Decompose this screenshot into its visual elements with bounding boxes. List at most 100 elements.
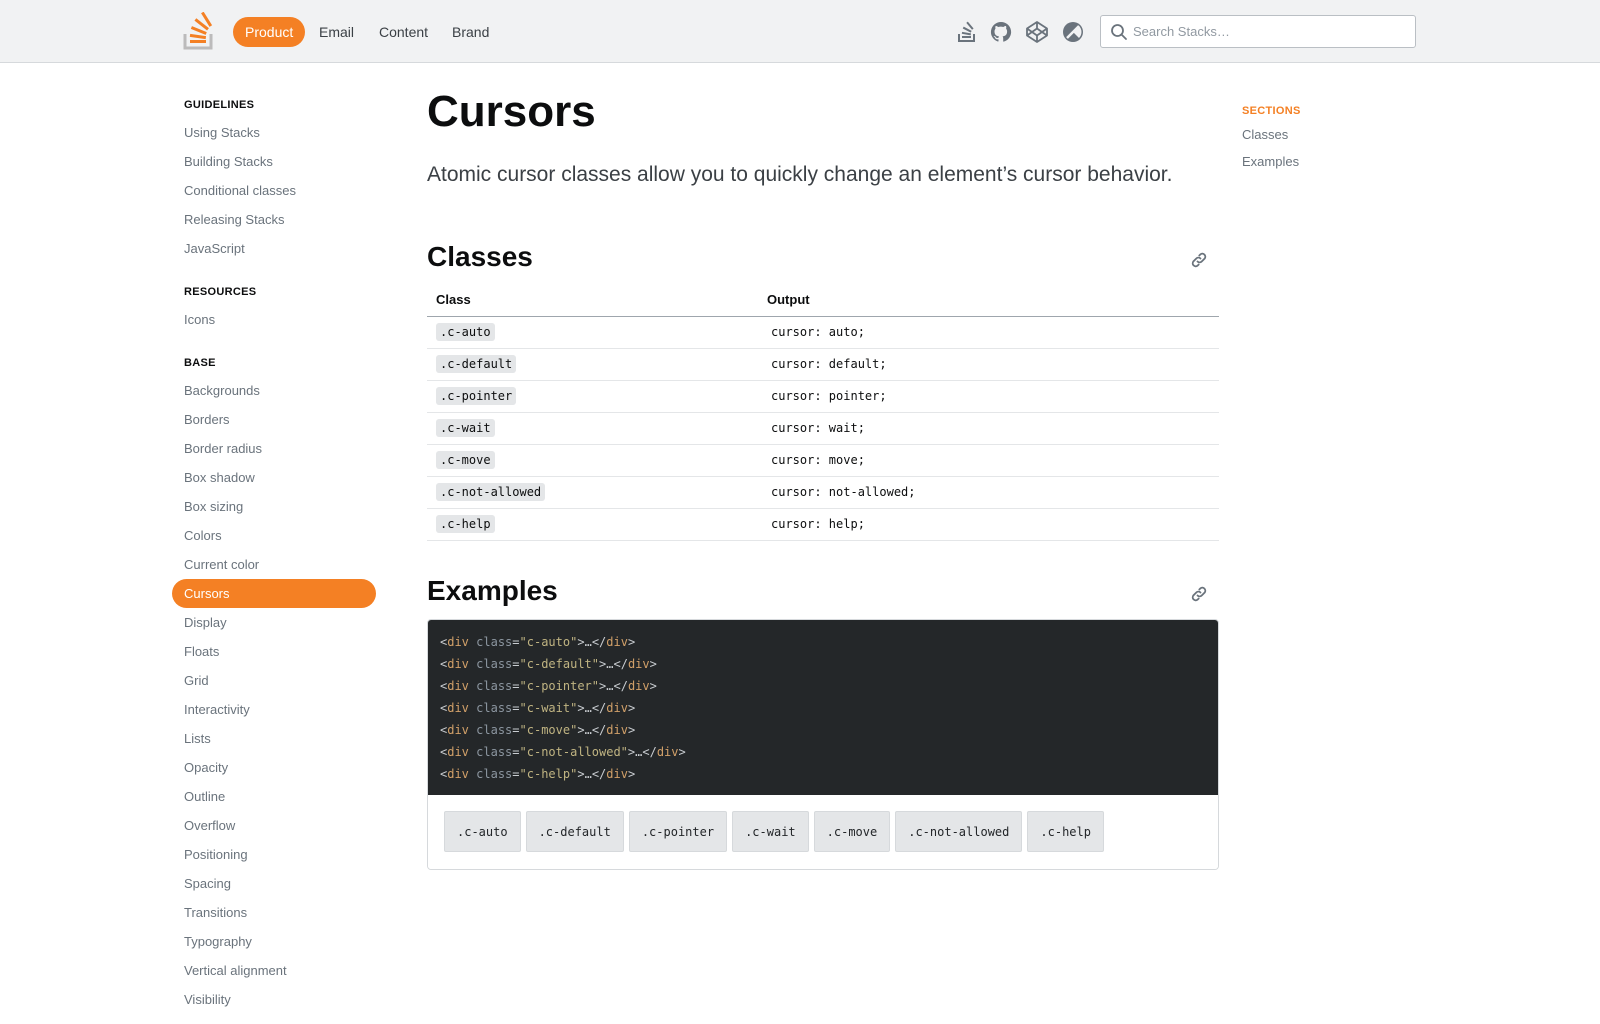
sidebar-item-current-color[interactable]: Current color bbox=[172, 550, 376, 579]
cursor-demo-box[interactable]: .c-default bbox=[525, 811, 624, 852]
table-row: .c-not-allowed cursor: not-allowed; bbox=[427, 476, 1219, 509]
stack-overflow-icon[interactable] bbox=[955, 20, 979, 44]
class-name: .c-wait bbox=[436, 419, 495, 437]
sidebar-item-backgrounds[interactable]: Backgrounds bbox=[172, 376, 376, 405]
class-cell: .c-pointer bbox=[427, 380, 755, 413]
toc-item-examples[interactable]: Examples bbox=[1242, 154, 1299, 169]
sidebar-item-grid[interactable]: Grid bbox=[172, 666, 376, 695]
sidebar-item-using-stacks[interactable]: Using Stacks bbox=[172, 118, 376, 147]
search-icon bbox=[1111, 24, 1127, 40]
cursor-demo-box[interactable]: .c-pointer bbox=[628, 811, 728, 852]
output-cell: cursor: pointer; bbox=[755, 380, 1219, 413]
code-line: <div class="c-help">…</div> bbox=[440, 767, 636, 781]
sidebar-item-outline[interactable]: Outline bbox=[172, 782, 376, 811]
sidebar-item-javascript[interactable]: JavaScript bbox=[172, 234, 376, 263]
output-cell: cursor: default; bbox=[755, 348, 1219, 381]
top-bar: Product Email Content Brand bbox=[0, 0, 1600, 63]
output-value: cursor: wait; bbox=[771, 421, 865, 435]
class-cell: .c-not-allowed bbox=[427, 476, 755, 509]
sidebar-item-border-radius[interactable]: Border radius bbox=[172, 434, 376, 463]
link-icon[interactable] bbox=[1189, 250, 1209, 270]
code-line: <div class="c-pointer">…</div> bbox=[440, 679, 657, 693]
sidebar-item-visibility[interactable]: Visibility bbox=[172, 985, 376, 1014]
sidebar-item-lists[interactable]: Lists bbox=[172, 724, 376, 753]
code-block: <div class="c-auto">…</div> <div class="c… bbox=[428, 620, 1218, 795]
sidebar-item-conditional-classes[interactable]: Conditional classes bbox=[172, 176, 376, 205]
class-cell: .c-auto bbox=[427, 316, 755, 349]
class-name: .c-not-allowed bbox=[436, 483, 546, 501]
output-cell: cursor: move; bbox=[755, 444, 1219, 477]
stackoverflow-logo-icon[interactable] bbox=[183, 12, 215, 50]
sidebar-item-floats[interactable]: Floats bbox=[172, 637, 376, 666]
toc-item-classes[interactable]: Classes bbox=[1242, 127, 1288, 142]
cursor-demo-box[interactable]: .c-not-allowed bbox=[895, 811, 1023, 852]
sidebar-item-transitions[interactable]: Transitions bbox=[172, 898, 376, 927]
sidebar-heading-guidelines: GUIDELINES bbox=[184, 99, 255, 111]
output-cell: cursor: not-allowed; bbox=[755, 476, 1219, 509]
classes-heading: Classes bbox=[427, 241, 533, 272]
code-class-value: c-move bbox=[526, 723, 571, 737]
sidebar-item-typography[interactable]: Typography bbox=[172, 927, 376, 956]
sidebar-item-releasing-stacks[interactable]: Releasing Stacks bbox=[172, 205, 376, 234]
nav-tab-email[interactable]: Email bbox=[307, 17, 366, 47]
classes-table: Class Output .c-auto cursor: auto; .c-defa… bbox=[427, 283, 1219, 541]
code-class-value: c-wait bbox=[526, 701, 571, 715]
sidebar-item-overflow[interactable]: Overflow bbox=[172, 811, 376, 840]
sidebar-item-display[interactable]: Display bbox=[172, 608, 376, 637]
sidebar-item-cursors[interactable]: Cursors bbox=[172, 579, 376, 608]
table-row: .c-wait cursor: wait; bbox=[427, 412, 1219, 445]
cursor-demo-box[interactable]: .c-move bbox=[813, 811, 891, 852]
sidebar-item-spacing[interactable]: Spacing bbox=[172, 869, 376, 898]
search-box[interactable] bbox=[1100, 15, 1416, 48]
sidebar-item-icons[interactable]: Icons bbox=[172, 305, 376, 334]
output-cell: cursor: auto; bbox=[755, 316, 1219, 349]
table-row: .c-auto cursor: auto; bbox=[427, 316, 1219, 349]
nav-tab-product[interactable]: Product bbox=[233, 17, 306, 47]
cursor-demo-box[interactable]: .c-auto bbox=[444, 811, 521, 852]
code-class-value: c-pointer bbox=[526, 679, 592, 693]
demo-row: .c-auto .c-default .c-pointer .c-wait .c-mov… bbox=[428, 795, 1218, 869]
code-class-value: c-default bbox=[526, 657, 592, 671]
table-row: .c-help cursor: help; bbox=[427, 508, 1219, 541]
nav-tab-brand[interactable]: Brand bbox=[440, 17, 501, 47]
code-line: <div class="c-default">…</div> bbox=[440, 657, 657, 671]
codepen-icon[interactable] bbox=[1025, 20, 1049, 44]
code-line: <div class="c-wait">…</div> bbox=[440, 701, 636, 715]
sidebar-item-positioning[interactable]: Positioning bbox=[172, 840, 376, 869]
output-cell: cursor: help; bbox=[755, 508, 1219, 541]
sidebar-item-colors[interactable]: Colors bbox=[172, 521, 376, 550]
sidebar-item-borders[interactable]: Borders bbox=[172, 405, 376, 434]
sidebar-item-box-sizing[interactable]: Box sizing bbox=[172, 492, 376, 521]
output-value: cursor: help; bbox=[771, 517, 865, 531]
sidebar-item-vertical-alignment[interactable]: Vertical alignment bbox=[172, 956, 376, 985]
output-value: cursor: default; bbox=[771, 357, 887, 371]
examples-heading: Examples bbox=[427, 575, 558, 606]
sidebar-heading-resources: RESOURCES bbox=[184, 286, 257, 298]
code-line: <div class="c-not-allowed">…</div> bbox=[440, 745, 686, 759]
cursor-demo-box[interactable]: .c-help bbox=[1027, 811, 1104, 852]
theme-toggle-icon[interactable] bbox=[1061, 20, 1085, 44]
table-header-row: Class Output bbox=[427, 283, 1219, 317]
page-title: Cursors bbox=[427, 87, 596, 136]
column-header-class: Class bbox=[427, 283, 755, 317]
link-icon[interactable] bbox=[1189, 584, 1209, 604]
output-value: cursor: pointer; bbox=[771, 389, 887, 403]
code-line: <div class="c-auto">…</div> bbox=[440, 635, 636, 649]
sidebar-item-interactivity[interactable]: Interactivity bbox=[172, 695, 376, 724]
search-input[interactable] bbox=[1133, 16, 1409, 47]
code-line: <div class="c-move">…</div> bbox=[440, 723, 636, 737]
code-class-value: c-not-allowed bbox=[526, 745, 621, 759]
code-class-value: c-auto bbox=[526, 635, 571, 649]
class-cell: .c-help bbox=[427, 508, 755, 541]
sidebar-item-box-shadow[interactable]: Box shadow bbox=[172, 463, 376, 492]
sidebar-item-building-stacks[interactable]: Building Stacks bbox=[172, 147, 376, 176]
cursor-demo-box[interactable]: .c-wait bbox=[732, 811, 809, 852]
column-header-output: Output bbox=[755, 283, 1219, 317]
sidebar-item-opacity[interactable]: Opacity bbox=[172, 753, 376, 782]
class-name: .c-pointer bbox=[436, 387, 517, 405]
toc-heading: SECTIONS bbox=[1242, 105, 1301, 117]
github-icon[interactable] bbox=[989, 20, 1013, 44]
nav-tab-content[interactable]: Content bbox=[367, 17, 440, 47]
table-row: .c-default cursor: default; bbox=[427, 348, 1219, 381]
example-block: <div class="c-auto">…</div> <div class="c… bbox=[427, 619, 1219, 870]
